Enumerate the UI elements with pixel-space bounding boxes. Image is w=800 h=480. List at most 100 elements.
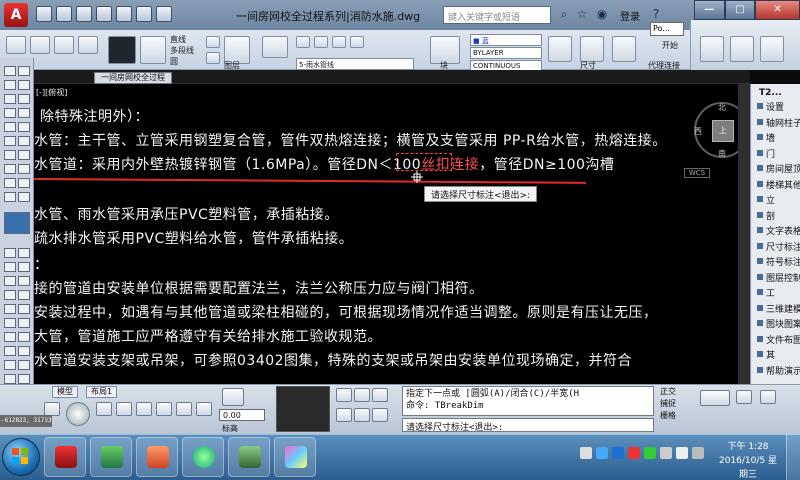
dim-toggle-icon[interactable] <box>206 52 220 64</box>
minimize-button[interactable]: — <box>694 0 725 20</box>
ortho-toggle[interactable]: 正交 <box>660 386 690 398</box>
settings-icon[interactable] <box>736 390 752 404</box>
palette-item[interactable]: 剖 <box>766 209 775 222</box>
tool-icon[interactable] <box>18 122 30 132</box>
tool-icon[interactable] <box>18 94 30 104</box>
maximize-viewport-icon[interactable] <box>760 390 776 404</box>
tab-layout1[interactable]: 布局1 <box>86 386 118 398</box>
tool-icon[interactable] <box>354 408 370 422</box>
layer-color-icon[interactable] <box>350 36 364 48</box>
tool-icon[interactable] <box>4 122 16 132</box>
palette-handle[interactable] <box>738 84 750 384</box>
palette-item[interactable]: 尺寸标注 <box>766 240 800 253</box>
undo-icon[interactable] <box>116 6 132 22</box>
tray-icon[interactable] <box>628 447 640 459</box>
tool-icon[interactable] <box>18 136 30 146</box>
tool-icon[interactable] <box>18 290 30 300</box>
draw-label-1[interactable]: 多段线 <box>170 45 194 56</box>
palette-item[interactable]: 工 <box>766 286 775 299</box>
tool-icon[interactable] <box>4 276 16 286</box>
palette-item[interactable]: 立 <box>766 193 775 206</box>
palette-item[interactable]: 帮助演示 <box>766 364 800 377</box>
tool-icon[interactable] <box>4 80 16 90</box>
palette-item[interactable]: 轴网柱子 <box>766 116 800 129</box>
drawing-canvas[interactable]: [-][俯视] 除特殊注明外）： 水管：主干管、立管采用钢塑复合管，管件双热熔连… <box>34 84 750 384</box>
tool-icon[interactable] <box>44 402 60 416</box>
viewcube-north[interactable]: 北 <box>718 102 726 113</box>
tool-icon[interactable] <box>4 178 16 188</box>
tool-icon[interactable] <box>336 388 352 402</box>
command-input[interactable]: 请选择尺寸标注<退出>: <box>402 418 654 433</box>
save-as-icon[interactable] <box>96 6 112 22</box>
palette-item[interactable]: 三维建模 <box>766 302 800 315</box>
viewcube-face[interactable]: 上 <box>712 120 734 142</box>
palette-item[interactable]: 墙 <box>766 131 775 144</box>
palette-item[interactable]: 房间屋顶 <box>766 162 800 175</box>
palette-item[interactable]: 图层控制 <box>766 271 800 284</box>
layer-on-icon[interactable] <box>296 36 310 48</box>
task-powerpoint[interactable] <box>136 437 178 477</box>
open-file-icon[interactable] <box>56 6 72 22</box>
network-icon[interactable] <box>660 447 672 459</box>
close-button[interactable]: ✕ <box>755 0 800 20</box>
viewcube-west[interactable]: 西 <box>694 126 702 137</box>
tool-icon[interactable] <box>136 402 152 416</box>
tool-icon[interactable] <box>18 346 30 356</box>
tool-icon[interactable] <box>4 360 16 370</box>
user-icon[interactable]: ◉ <box>594 6 610 22</box>
palette-item[interactable]: 符号标注 <box>766 255 800 268</box>
wcs-menu[interactable]: WCS <box>684 168 710 178</box>
elevation-icon[interactable] <box>222 388 244 406</box>
clock[interactable]: 下午 1:28 2016/10/5 星期三 <box>718 440 778 480</box>
clipboard-icon[interactable] <box>700 36 724 62</box>
tool-icon[interactable] <box>18 108 30 118</box>
color-select[interactable]: ■ 蓝 <box>470 34 542 46</box>
bluetooth-icon[interactable] <box>612 447 624 459</box>
tool-icon[interactable] <box>18 276 30 286</box>
tab-model[interactable]: 模型 <box>52 386 78 398</box>
snap-toggle-icon[interactable] <box>206 36 220 48</box>
file-tab[interactable]: 一间房网校全过程 <box>94 72 172 84</box>
tray-icon[interactable] <box>644 447 656 459</box>
palette-item[interactable]: 图块图案 <box>766 317 800 330</box>
search-icon[interactable]: ⌕ <box>556 6 572 22</box>
linetype-select[interactable]: BYLAYER <box>470 47 542 59</box>
arc-tool-icon[interactable] <box>78 36 98 54</box>
tool-icon[interactable] <box>4 346 16 356</box>
search-input[interactable]: 键入关键字或短语 <box>443 6 551 24</box>
palette-item[interactable]: 楼梯其他 <box>766 178 800 191</box>
tool-icon[interactable] <box>4 192 16 202</box>
rectangle-tool-icon[interactable] <box>140 36 166 64</box>
viewport-label[interactable]: [-][俯视] <box>36 87 67 98</box>
tool-icon[interactable] <box>4 108 16 118</box>
task-browser[interactable] <box>182 437 224 477</box>
tool-icon[interactable] <box>18 192 30 202</box>
measure-icon[interactable] <box>580 36 604 62</box>
utilities-icon[interactable] <box>612 36 636 62</box>
view-icon[interactable] <box>730 36 754 62</box>
layer-select[interactable]: 5-雨水管线 <box>296 58 414 70</box>
tool-icon[interactable] <box>96 402 112 416</box>
palette-item[interactable]: 文件布图 <box>766 333 800 346</box>
palette-item[interactable]: 设置 <box>766 100 784 113</box>
tool-icon[interactable] <box>18 304 30 314</box>
tray-icon[interactable] <box>692 447 704 459</box>
layer-properties-icon[interactable] <box>262 36 288 58</box>
tool-icon[interactable] <box>196 402 212 416</box>
match-properties-icon[interactable] <box>548 36 572 62</box>
help-icon[interactable]: ? <box>648 6 664 22</box>
print-icon[interactable] <box>156 6 172 22</box>
tool-icon[interactable] <box>116 402 132 416</box>
palette-item[interactable]: 门 <box>766 147 775 160</box>
tool-icon[interactable] <box>4 262 16 272</box>
subscription-icon[interactable]: ☆ <box>574 6 590 22</box>
tool-icon[interactable] <box>4 318 16 328</box>
tool-icon[interactable] <box>156 402 172 416</box>
tool-icon[interactable] <box>372 408 388 422</box>
save-icon[interactable] <box>76 6 92 22</box>
tool-icon[interactable] <box>4 248 16 258</box>
annotation-scale-icon[interactable] <box>700 390 730 406</box>
tool-icon[interactable] <box>18 178 30 188</box>
draw-label-2[interactable]: 圆 <box>170 56 178 67</box>
task-paint[interactable] <box>274 437 316 477</box>
